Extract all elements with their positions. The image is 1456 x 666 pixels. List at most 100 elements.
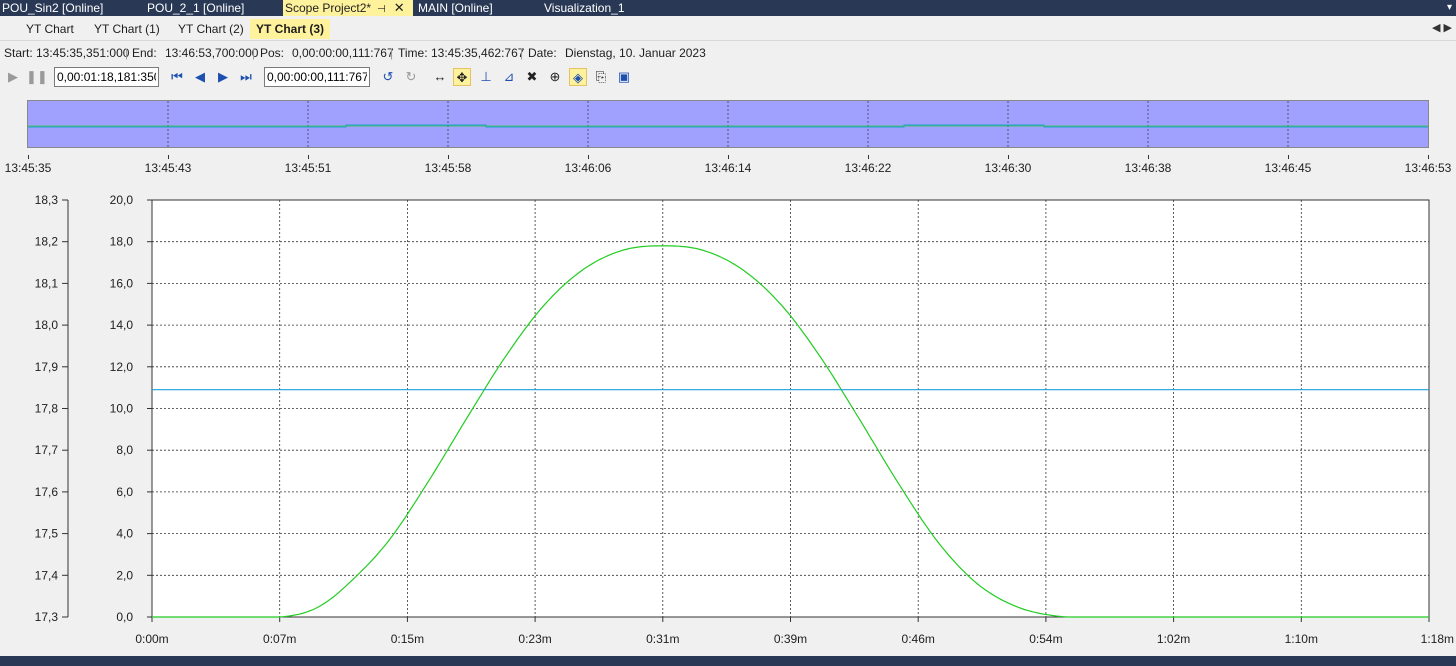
overview-tick <box>308 155 309 159</box>
scope-toolbar: ▶ ❚❚ ⏮ ◀ ▶ ⏭ ↺ ↻ ↔ ✥ ⊥ ⊿ ✖ ⊕ ◈ ⎘ ▣ <box>0 66 1456 90</box>
overview-chart[interactable] <box>27 100 1429 148</box>
last-frame-icon[interactable]: ⏭ <box>237 68 255 86</box>
tab-yt-chart-2[interactable]: YT Chart (2) <box>172 19 250 39</box>
doc-tab-visualization[interactable]: Visualization_1 <box>542 0 627 16</box>
doc-tab-label: MAIN [Online] <box>418 1 493 15</box>
delete-cursor-icon[interactable]: ✖ <box>523 68 541 86</box>
overview-tick <box>1288 155 1289 159</box>
x-tick-label: 1:02m <box>1157 632 1190 646</box>
next-icon[interactable]: ▶ <box>214 68 232 86</box>
doc-tab-label: POU_2_1 [Online] <box>147 1 245 15</box>
overview-tick-label: 13:45:43 <box>144 161 192 175</box>
tab-scroll-right-icon[interactable]: ▶ <box>1444 22 1452 34</box>
y-left-tick-label: 17,4 <box>35 568 59 582</box>
doc-tab-pou-sin2[interactable]: POU_Sin2 [Online] <box>0 0 105 16</box>
overview-tick <box>168 155 169 159</box>
y-axis-tick-label: 20,0 <box>110 193 134 207</box>
position-input[interactable] <box>264 67 370 87</box>
y-axis-tick-label: 16,0 <box>110 276 134 290</box>
document-tab-bar: POU_Sin2 [Online] POU_2_1 [Online] Scope… <box>0 0 1456 16</box>
cursor-icon[interactable]: ⊥ <box>477 68 495 86</box>
pos-label: Pos: <box>260 46 285 60</box>
pan-all-icon[interactable]: ✥ <box>453 68 471 86</box>
x-tick-label: 0:00m <box>135 632 168 646</box>
overview-tick-label: 13:46:53 <box>1404 161 1452 175</box>
overview-tick-label: 13:46:38 <box>1124 161 1172 175</box>
y-left-tick-label: 17,9 <box>35 360 59 374</box>
tab-scroll-arrows[interactable]: ◀ ▶ <box>1432 21 1452 34</box>
x-tick-label: 1:18m <box>1421 632 1454 646</box>
chart-tab-label: YT Chart (2) <box>178 22 244 36</box>
overview-tick-label: 13:46:22 <box>844 161 892 175</box>
y-left-tick-label: 17,7 <box>35 443 59 457</box>
overview-tick <box>1148 155 1149 159</box>
overview-tick <box>1008 155 1009 159</box>
doc-tab-label: Scope Project2* <box>285 1 372 15</box>
chevron-down-icon[interactable]: ▾ <box>1447 0 1452 16</box>
chart-tab-label: YT Chart <box>26 22 74 36</box>
doc-tab-pou-2-1[interactable]: POU_2_1 [Online] <box>145 0 246 16</box>
tab-yt-chart-1[interactable]: YT Chart (1) <box>88 19 166 39</box>
overview-tick-label: 13:46:45 <box>1264 161 1312 175</box>
cursor-delta-icon[interactable]: ⊿ <box>500 68 518 86</box>
y-left-tick-label: 18,0 <box>35 318 59 332</box>
play-icon[interactable]: ▶ <box>4 68 22 86</box>
previous-icon[interactable]: ◀ <box>191 68 209 86</box>
zoom-max-icon[interactable]: ⊕ <box>546 68 564 86</box>
overview-tick-label: 13:46:30 <box>984 161 1032 175</box>
pause-icon[interactable]: ❚❚ <box>26 68 48 86</box>
y-left-tick-label: 17,3 <box>35 610 59 624</box>
separator: | <box>520 46 524 60</box>
overview-tick <box>448 155 449 159</box>
range-input[interactable] <box>54 67 159 87</box>
overview-grid <box>167 101 1289 147</box>
x-tick-label: 0:31m <box>646 632 679 646</box>
y-left-tick-label: 17,6 <box>35 485 59 499</box>
x-tick-label: 1:10m <box>1285 632 1318 646</box>
overview-tick-label: 13:45:58 <box>424 161 472 175</box>
y-axis-tick-label: 8,0 <box>116 443 133 457</box>
overview-time-axis: 13:45:35 13:45:43 13:45:51 13:45:58 13:46:06… <box>0 155 1456 181</box>
separator: | <box>252 46 256 60</box>
x-tick-label: 0:54m <box>1029 632 1062 646</box>
x-tick-label: 0:07m <box>263 632 296 646</box>
tab-scroll-left-icon[interactable]: ◀ <box>1432 22 1440 34</box>
y-left-tick-label: 18,3 <box>35 193 59 207</box>
main-chart[interactable]: 0:00m 0:07m 0:15m 0:23m 0:31m 0:39m 0:46m 0:54m… <box>0 186 1456 650</box>
y-left-tick-label: 18,1 <box>35 276 59 290</box>
overview-toggle-icon[interactable]: ◈ <box>569 68 587 86</box>
tab-yt-chart[interactable]: YT Chart <box>20 19 80 39</box>
y-axis-tick-label: 4,0 <box>116 527 133 541</box>
chart-tab-bar: YT Chart YT Chart (1) YT Chart (2) YT Ch… <box>0 16 1456 41</box>
doc-tab-main[interactable]: MAIN [Online] <box>416 0 495 16</box>
start-label: Start: <box>4 46 33 60</box>
pan-horizontal-icon[interactable]: ↔ <box>431 68 449 86</box>
time-value: 13:45:35,462:767 <box>431 46 525 60</box>
start-value: 13:45:35,351:000 <box>36 46 130 60</box>
overview-tick-label: 13:46:14 <box>704 161 752 175</box>
first-frame-icon[interactable]: ⏮ <box>168 68 186 86</box>
screenshot-icon[interactable]: ▣ <box>615 68 633 86</box>
undo-icon[interactable]: ↺ <box>379 68 397 86</box>
separator: | <box>125 46 129 60</box>
y-axis-tick-label: 18,0 <box>110 235 134 249</box>
overview-svg <box>28 101 1428 147</box>
doc-tab-scope-project2[interactable]: Scope Project2* ⊣ ✕ <box>283 0 413 16</box>
overview-tick <box>1428 155 1429 159</box>
close-icon[interactable]: ✕ <box>394 0 405 16</box>
overview-tick-label: 13:46:06 <box>564 161 612 175</box>
x-tick-label: 0:23m <box>518 632 551 646</box>
redo-icon[interactable]: ↻ <box>402 68 420 86</box>
time-label: Time: <box>398 46 428 60</box>
export-icon[interactable]: ⎘ <box>592 68 610 86</box>
separator: | <box>390 46 394 60</box>
tab-yt-chart-3[interactable]: YT Chart (3) <box>250 19 331 39</box>
y-axis-tick-label: 2,0 <box>116 568 133 582</box>
pos-value: 0,00:00:00,111:767 <box>292 46 394 60</box>
y-axis-tick-label: 14,0 <box>110 318 134 332</box>
x-tick-label: 0:46m <box>902 632 935 646</box>
y-axis-tick-label: 10,0 <box>110 402 134 416</box>
overview-tick <box>28 155 29 159</box>
chart-tab-label: YT Chart (1) <box>94 22 160 36</box>
y-axis-tick-label: 0,0 <box>116 610 133 624</box>
